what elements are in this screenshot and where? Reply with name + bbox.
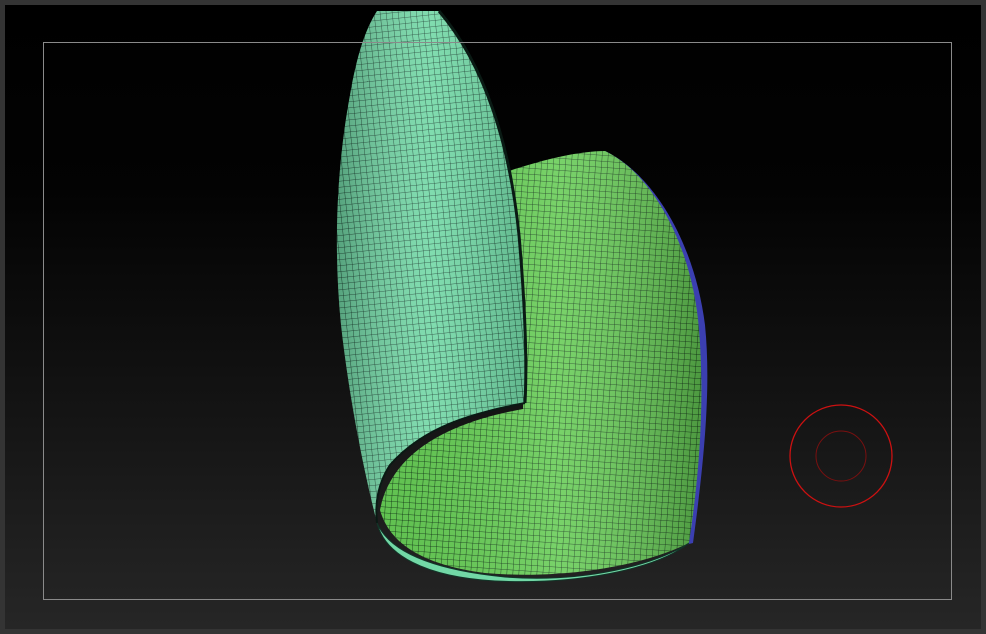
mesh-scene[interactable]	[5, 5, 986, 634]
brush-cursor	[789, 404, 893, 508]
3d-viewport[interactable]	[0, 0, 986, 634]
